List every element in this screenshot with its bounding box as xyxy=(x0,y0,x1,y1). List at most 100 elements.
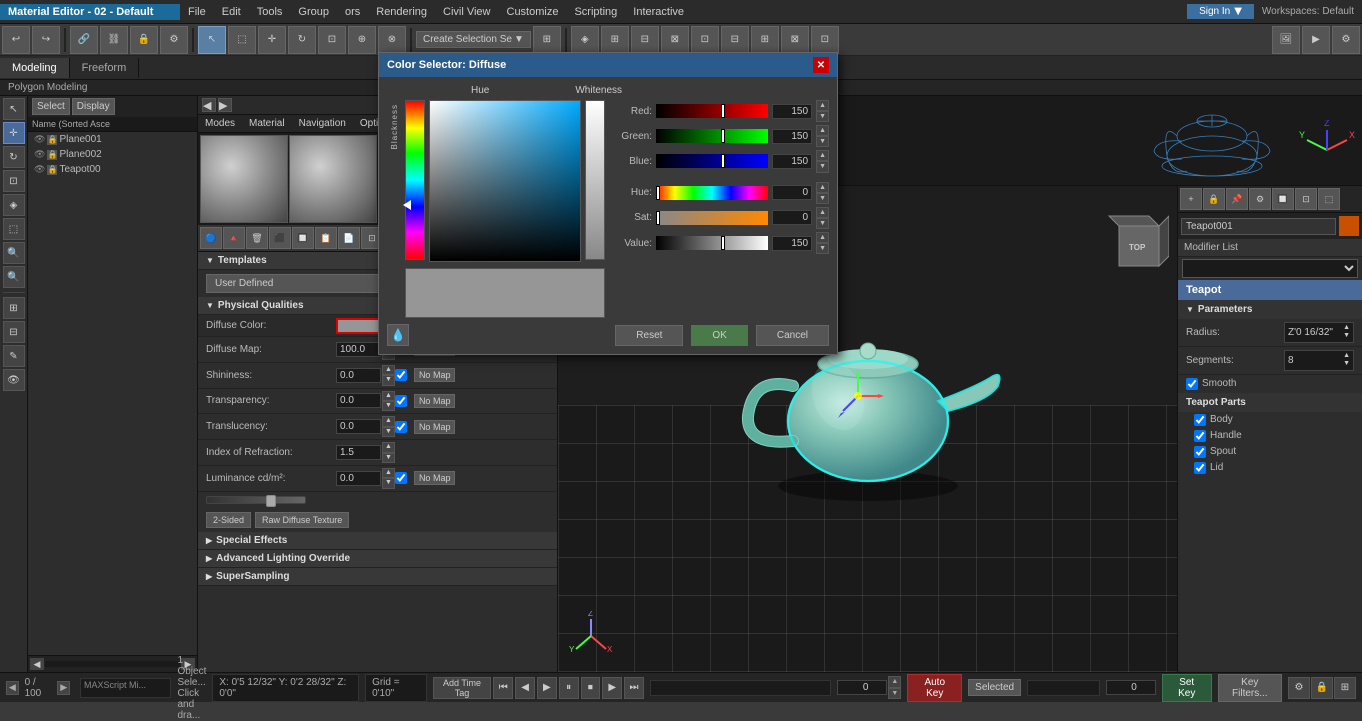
sv-gradient[interactable] xyxy=(429,100,581,262)
tool5-icon[interactable]: ◈ xyxy=(3,194,25,216)
frame-end-input[interactable] xyxy=(1106,680,1156,695)
toggle-grid-btn[interactable]: ⊞ xyxy=(601,26,629,54)
ok-btn[interactable]: OK xyxy=(691,325,747,346)
mat-tool6[interactable]: 📋 xyxy=(315,227,337,249)
select-btn[interactable]: ↖ xyxy=(198,26,226,54)
toggle-snap-btn[interactable]: ⊟ xyxy=(631,26,659,54)
menu-customize[interactable]: Customize xyxy=(499,3,567,21)
handle-check[interactable] xyxy=(1194,430,1206,442)
time-tag-btn[interactable]: Add Time Tag xyxy=(433,677,492,699)
hue-thumb[interactable] xyxy=(656,186,660,200)
key-filters-btn[interactable]: Key Filters... xyxy=(1218,674,1282,702)
supersampling-header[interactable]: ▶ SuperSampling xyxy=(198,568,557,586)
menu-interactive[interactable]: Interactive xyxy=(625,3,692,21)
up-arrow-icon[interactable]: ▲ xyxy=(382,416,395,426)
mat-sphere-1[interactable] xyxy=(200,135,288,223)
tool12-icon[interactable]: 👁 xyxy=(3,369,25,391)
mat-tool1[interactable]: 🔵 xyxy=(200,227,222,249)
hue-slider[interactable] xyxy=(656,186,768,200)
red-down-icon[interactable]: ▼ xyxy=(816,111,829,122)
nav-cube[interactable]: TOP xyxy=(1099,206,1169,279)
menu-file[interactable]: File xyxy=(180,3,214,21)
down-arrow-icon[interactable]: ▼ xyxy=(382,478,395,488)
pivot-btn[interactable]: ⊗ xyxy=(378,26,406,54)
shininess-check[interactable] xyxy=(395,369,407,381)
link-btn[interactable]: 🔗 xyxy=(70,26,98,54)
rt-btn7[interactable]: ⬚ xyxy=(1318,188,1340,210)
red-input[interactable] xyxy=(772,104,812,119)
redo-btn[interactable]: ↪ xyxy=(32,26,60,54)
move-tool-icon[interactable]: ✛ xyxy=(3,122,25,144)
menu-group[interactable]: Group xyxy=(290,3,337,21)
view-btn3[interactable]: ⊟ xyxy=(721,26,749,54)
obj-color-swatch[interactable] xyxy=(1339,216,1359,236)
luminance-check[interactable] xyxy=(395,472,407,484)
hue-gradient[interactable] xyxy=(405,100,425,260)
color-preview-swatch[interactable] xyxy=(405,268,605,318)
mat-menu-material[interactable]: Material xyxy=(242,115,292,132)
isolate-btn[interactable]: ◈ xyxy=(571,26,599,54)
slider-thumb[interactable] xyxy=(266,495,276,507)
down-arrow-icon[interactable]: ▼ xyxy=(382,427,395,437)
hue-strip[interactable] xyxy=(405,100,425,262)
view-btn1[interactable]: ⊠ xyxy=(661,26,689,54)
down-arrow-icon[interactable]: ▼ xyxy=(382,401,395,411)
frame-down-icon[interactable]: ▼ xyxy=(888,688,901,699)
anim-stop-btn[interactable]: ⏹ xyxy=(581,677,601,699)
smooth-check[interactable] xyxy=(1186,378,1198,390)
unlink-btn[interactable]: ⛓ xyxy=(100,26,128,54)
red-up-icon[interactable]: ▲ xyxy=(816,100,829,111)
mat-tool5[interactable]: 🔲 xyxy=(292,227,314,249)
move-btn[interactable]: ✛ xyxy=(258,26,286,54)
mat-nav-right[interactable]: ▶ xyxy=(218,98,232,112)
frame-left-icon[interactable]: ◀ xyxy=(6,681,19,695)
frame-up-icon[interactable]: ▲ xyxy=(888,676,901,687)
tool8-icon[interactable]: 🔍 xyxy=(3,266,25,288)
view-btn5[interactable]: ⊠ xyxy=(781,26,809,54)
anim-play-btn[interactable]: ▶ xyxy=(537,677,557,699)
body-check[interactable] xyxy=(1194,414,1206,426)
green-slider[interactable] xyxy=(656,129,768,143)
tool11-icon[interactable]: ✎ xyxy=(3,345,25,367)
spout-check[interactable] xyxy=(1194,446,1206,458)
list-item[interactable]: 👁 🔒 Plane001 xyxy=(28,132,197,147)
up-arrow-icon[interactable]: ▲ xyxy=(382,365,395,375)
transparency-check[interactable] xyxy=(395,395,407,407)
view-btn6[interactable]: ⊡ xyxy=(811,26,839,54)
nav-left-icon[interactable]: ◀ xyxy=(30,658,44,670)
modifier-select[interactable] xyxy=(1182,259,1358,278)
list-item[interactable]: 👁 🔒 Teapot00 xyxy=(28,162,197,177)
status-icon3[interactable]: ⊞ xyxy=(1334,677,1356,699)
settings-btn[interactable]: ⚙ xyxy=(1332,26,1360,54)
radius-up-icon[interactable]: ▲ xyxy=(1343,324,1350,332)
global-slider[interactable] xyxy=(206,496,306,504)
green-up-icon[interactable]: ▲ xyxy=(816,125,829,136)
up-arrow-icon[interactable]: ▲ xyxy=(382,391,395,401)
maxscript-input[interactable]: MAXScript Mi... xyxy=(80,678,171,698)
mat-tool7[interactable]: 📄 xyxy=(338,227,360,249)
adv-lighting-header[interactable]: ▶ Advanced Lighting Override xyxy=(198,550,557,568)
anim-prev-btn[interactable]: ⏮ xyxy=(493,677,513,699)
blue-input[interactable] xyxy=(772,154,812,169)
sat-up-icon[interactable]: ▲ xyxy=(816,207,829,218)
up-arrow-icon[interactable]: ▲ xyxy=(382,468,395,478)
blue-up-icon[interactable]: ▲ xyxy=(816,150,829,161)
tool10-icon[interactable]: ⊟ xyxy=(3,321,25,343)
blue-thumb[interactable] xyxy=(721,154,725,168)
color-selector-dialog[interactable]: Color Selector: Diffuse ✕ Hue Whiteness … xyxy=(378,52,838,355)
rt-btn5[interactable]: 🔲 xyxy=(1272,188,1294,210)
scene-display-btn[interactable]: Display xyxy=(72,98,115,115)
down-arrow-icon[interactable]: ▼ xyxy=(382,375,395,385)
params-scroll[interactable]: ▼ Parameters Radius: Z'0 16/32" ▲ ▼ xyxy=(1178,300,1362,672)
val-thumb[interactable] xyxy=(721,236,725,250)
mat-menu-modes[interactable]: Modes xyxy=(198,115,242,132)
sat-input[interactable] xyxy=(772,210,812,225)
refraction-input[interactable] xyxy=(336,445,381,460)
sign-in-btn[interactable]: Sign In ▶ xyxy=(1187,4,1254,19)
whiteness-strip[interactable] xyxy=(585,100,605,260)
tab-freeform[interactable]: Freeform xyxy=(70,58,140,78)
luminance-input[interactable] xyxy=(336,471,381,486)
mat-tool4[interactable]: ⬛ xyxy=(269,227,291,249)
render-frame-btn[interactable]: 🖼 xyxy=(1272,26,1300,54)
translucency-input[interactable] xyxy=(336,419,381,434)
